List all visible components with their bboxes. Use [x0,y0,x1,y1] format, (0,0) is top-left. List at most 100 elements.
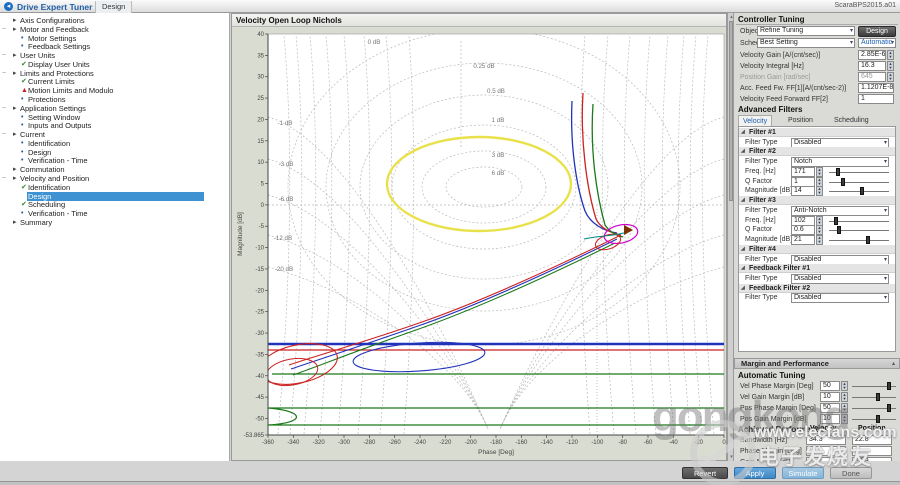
spinner-control[interactable]: ▲▼ [841,414,848,424]
spinner-control[interactable]: ▲▼ [887,50,894,60]
param-input[interactable]: 1 [858,94,894,104]
spinner-control[interactable]: ▲▼ [841,403,848,413]
scroll-thumb[interactable] [729,21,733,201]
auto-tuning-slider[interactable] [852,403,896,413]
slider-handle[interactable] [860,187,864,195]
auto-tuning-input[interactable]: 10 [820,414,840,424]
sidebar-item-design[interactable]: ✔Design [0,192,230,201]
collapse-icon[interactable]: − [2,104,6,113]
filter-param-slider[interactable] [829,235,889,245]
expand-icon[interactable]: ◢ [741,265,745,271]
filter-type-dropdown[interactable]: Disabled▾ [791,138,889,148]
filter-param-slider[interactable] [829,177,889,187]
spinner-control[interactable]: ▲▼ [887,72,894,82]
margin-performance-header[interactable]: Margin and Performance ▴ [734,358,900,369]
spinner-control[interactable]: ▲▼ [841,381,848,391]
objective-dropdown[interactable]: Refine Tuning▾ [757,26,855,36]
filter-param-slider[interactable] [829,167,889,177]
slider-handle[interactable] [866,236,870,244]
expand-icon[interactable]: ◢ [741,246,745,252]
filter-param-input[interactable]: 0.6 [791,225,815,235]
sidebar-item-scheduling[interactable]: ✔Scheduling [0,200,230,209]
filter-param-input[interactable]: 171 [791,167,815,177]
spinner-control[interactable]: ▲▼ [816,186,823,196]
auto-tuning-input[interactable]: 50 [820,403,840,413]
filter-group-header[interactable]: ◢Filter #1 [739,128,895,137]
filter-param-input[interactable]: 1 [791,177,815,187]
sidebar-item-velocity-and-position[interactable]: −▸Velocity and Position [0,174,230,183]
spinner-control[interactable]: ▲▼ [887,61,894,71]
spinner-control[interactable]: ▲▼ [816,177,823,187]
slider-handle[interactable] [841,178,845,186]
expand-icon[interactable]: ◢ [741,129,745,135]
sidebar-item-protections[interactable]: •Protections [0,95,230,104]
sidebar-item-verification-time[interactable]: •Verification - Time [0,156,230,165]
sidebar-item-axis-configurations[interactable]: ▸Axis Configurations [0,16,230,25]
design-button[interactable]: Design [858,26,896,37]
tab-design[interactable]: Design [95,1,132,13]
filter-type-dropdown[interactable]: Disabled▾ [791,293,889,303]
sidebar-item-identification[interactable]: •Identification [0,139,230,148]
filter-param-input[interactable]: 102 [791,216,815,226]
spinner-control[interactable]: ▲▼ [816,225,823,235]
collapse-icon[interactable]: − [2,51,6,60]
spinner-control[interactable]: ▲▼ [816,216,823,226]
slider-handle[interactable] [837,226,841,234]
revert-button[interactable]: Revert [682,467,728,479]
collapse-icon[interactable]: ▴ [892,359,895,369]
sidebar-item-motion-limits-and-modulo[interactable]: ▲Motion Limits and Modulo [0,86,230,95]
filter-group-header[interactable]: ◢Feedback Filter #1 [739,264,895,273]
panel-scrollbar[interactable]: ▴ ▾ [727,13,734,461]
filter-param-slider[interactable] [829,216,889,226]
sidebar-item-motor-and-feedback[interactable]: −▸Motor and Feedback [0,25,230,34]
param-input[interactable]: 645 [858,72,886,82]
spinner-control[interactable]: ▲▼ [816,167,823,177]
filter-group-header[interactable]: ◢Feedback Filter #2 [739,284,895,293]
filter-group-header[interactable]: ◢Filter #2 [739,147,895,156]
filter-type-dropdown[interactable]: Notch▾ [791,157,889,167]
scheduling-mode-dropdown[interactable]: Automatic▾ [858,38,896,48]
param-input[interactable]: 2.85E-6 [858,50,886,60]
slider-handle[interactable] [834,217,838,225]
sidebar-item-application-settings[interactable]: −▸Application Settings [0,104,230,113]
auto-tuning-slider[interactable] [852,392,896,402]
tab-position[interactable]: Position [784,115,817,126]
param-input[interactable]: 1.1207E-8 [858,83,894,93]
slider-handle[interactable] [836,168,840,176]
filter-group-header[interactable]: ◢Filter #4 [739,245,895,254]
collapse-icon[interactable]: − [2,174,6,183]
filter-param-input[interactable]: 14 [791,186,815,196]
filter-param-slider[interactable] [829,225,889,235]
auto-tuning-input[interactable]: 10 [820,392,840,402]
filter-param-input[interactable]: 21 [791,235,815,245]
auto-tuning-slider[interactable] [852,414,896,424]
collapse-icon[interactable]: − [2,130,6,139]
slider-handle[interactable] [876,415,880,423]
collapse-icon[interactable]: − [2,25,6,34]
sidebar-item-commutation[interactable]: ▸Commutation [0,165,230,174]
tab-scheduling[interactable]: Scheduling [830,115,873,126]
auto-tuning-slider[interactable] [852,381,896,391]
spinner-control[interactable]: ▲▼ [816,235,823,245]
sidebar-item-motor-settings[interactable]: •Motor Settings [0,34,230,43]
tab-velocity[interactable]: Velocity [738,115,772,126]
apply-button[interactable]: Apply [734,467,776,479]
slider-handle[interactable] [887,404,891,412]
collapse-icon[interactable]: − [2,69,6,78]
done-button[interactable]: Done [830,467,872,479]
filter-type-dropdown[interactable]: Disabled▾ [791,255,889,265]
sidebar-item-user-units[interactable]: −▸User Units [0,51,230,60]
expand-icon[interactable]: ◢ [741,148,745,154]
expand-icon[interactable]: ◢ [741,285,745,291]
auto-tuning-input[interactable]: 50 [820,381,840,391]
simulate-button[interactable]: Simulate [782,467,824,479]
sidebar-item-identification[interactable]: ✔Identification [0,183,230,192]
sidebar-item-current-limits[interactable]: ✔Current Limits [0,77,230,86]
filter-param-slider[interactable] [829,186,889,196]
filter-type-dropdown[interactable]: Anti-Notch▾ [791,206,889,216]
param-input[interactable]: 16.3 [858,61,886,71]
slider-handle[interactable] [876,393,880,401]
expand-icon[interactable]: ◢ [741,197,745,203]
sidebar-item-design[interactable]: •Design [0,148,230,157]
spinner-control[interactable]: ▲▼ [841,392,848,402]
